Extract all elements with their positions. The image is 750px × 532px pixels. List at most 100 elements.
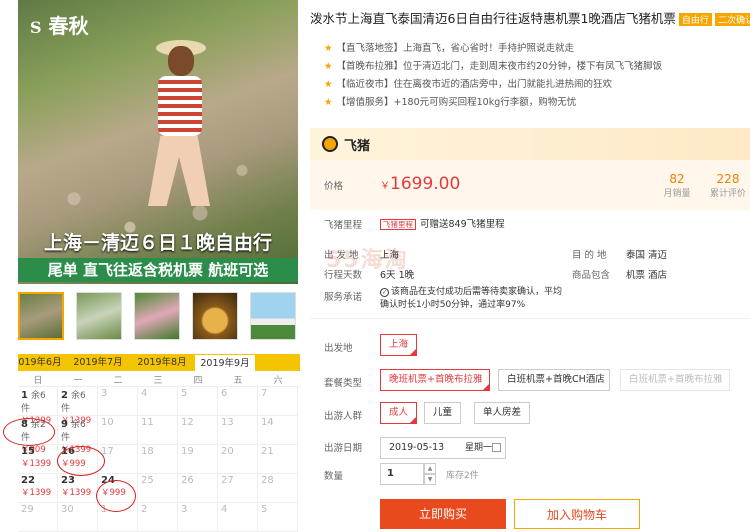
weekday-label: 三	[153, 376, 163, 386]
includes-value: 机票 酒店	[626, 270, 668, 281]
from-option-shanghai[interactable]: 上海	[380, 334, 418, 356]
tab-july[interactable]: 2019年7月	[68, 354, 128, 371]
star-icon: ★	[324, 79, 333, 90]
tab-june[interactable]: 019年6月	[18, 354, 62, 371]
date-field[interactable]: 2019-05-13 星期一	[380, 437, 506, 459]
buy-now-button[interactable]: 立即购买	[380, 499, 506, 529]
day-number: 15	[21, 446, 35, 457]
calendar-day: 25	[138, 474, 178, 503]
day-number: 3	[181, 504, 188, 515]
people-label: 出游人群	[324, 411, 363, 422]
day-number: 23	[61, 475, 75, 486]
package-option-1[interactable]: 晚班机票+首晚布拉雅	[380, 369, 490, 391]
from-label: 出发地	[324, 343, 353, 354]
thumbnail-2[interactable]	[76, 292, 122, 340]
weekday-label: 一	[73, 376, 83, 386]
weekday-header: 日一二三四五六	[18, 371, 300, 387]
days-label: 行程天数	[324, 270, 363, 281]
day-number: 4	[221, 504, 228, 515]
tag-reconfirm: 二次确认	[714, 13, 750, 26]
feature-1: ★ 【直飞落地签】上海直飞，省心省时！手持护照说走就走	[324, 43, 575, 54]
people-option-single-room[interactable]: 单人房差	[474, 402, 531, 424]
price-label: 价格	[324, 181, 344, 192]
calendar-day: 29	[18, 503, 58, 532]
calendar-day: 5	[178, 387, 218, 416]
review-count[interactable]: 228 累计评价	[706, 172, 750, 199]
add-to-cart-button[interactable]: 加入购物车	[514, 499, 640, 529]
days-value: 6天 1晚	[380, 270, 415, 281]
calendar-day: 12	[178, 416, 218, 445]
highlight-circle-16	[57, 446, 105, 476]
thumbnail-3[interactable]	[134, 292, 180, 340]
day-number: 6	[221, 388, 228, 399]
dest-value: 泰国 清迈	[626, 250, 668, 261]
day-price: ￥1399	[61, 488, 92, 498]
quantity-input[interactable]: 1	[380, 463, 424, 485]
day-number: 10	[101, 417, 114, 428]
fliggy-logo-icon	[322, 136, 338, 152]
star-icon: ★	[324, 61, 333, 72]
tab-august[interactable]: 2019年8月	[130, 354, 194, 371]
calendar-day: 10	[98, 416, 138, 445]
date-label: 出游日期	[324, 443, 363, 454]
calendar-day: 26	[178, 474, 218, 503]
weekday-label: 二	[113, 376, 123, 386]
calendar-day: 3	[178, 503, 218, 532]
banner-title: 上海－清迈６日１晚自由行	[43, 232, 272, 254]
calendar-day[interactable]: 9 余6件 ￥1399	[58, 416, 98, 455]
feature-3: ★ 【临近夜市】住在离夜市近的酒店旁中，出门就能扎进热闹的狂欢	[324, 79, 613, 90]
calendar-day[interactable]: 23 ￥1399	[58, 474, 98, 503]
highlight-circle-8	[3, 418, 55, 446]
day-number: 3	[101, 388, 108, 399]
calendar-day: 13	[218, 416, 258, 445]
brand-logo: S 春秋	[30, 14, 89, 38]
calendar-day[interactable]: 1 余6件 ￥1399	[18, 387, 58, 426]
qty-increase-icon[interactable]: ▲	[424, 463, 436, 474]
head	[168, 46, 194, 76]
legs	[148, 136, 210, 206]
calendar-day[interactable]: 15 ￥1399	[18, 445, 58, 474]
package-option-2[interactable]: 白班机票+首晚CH酒店	[498, 369, 610, 391]
calendar-day: 7	[258, 387, 298, 416]
people-option-child[interactable]: 儿童	[424, 402, 462, 424]
feature-4: ★ 【增值服务】+180元可购买回程10kg行李额，购物无忧	[324, 97, 577, 108]
feature-2: ★ 【首晚布拉雅】位于清迈北门，走到周末夜市约20分钟，楼下有凤飞飞猪脚饭	[324, 61, 663, 72]
calendar-day: 14	[258, 416, 298, 445]
day-number: 26	[181, 475, 194, 486]
calendar-day: 20	[218, 445, 258, 474]
depart-label: 出 发 地	[324, 250, 359, 261]
day-number: 1	[21, 390, 28, 401]
day-number: 7	[261, 388, 268, 399]
day-number: 5	[181, 388, 188, 399]
calendar-day[interactable]: 2 余6件 ￥1399	[58, 387, 98, 426]
dest-label: 目 的 地	[572, 250, 607, 261]
star-icon: ★	[324, 97, 333, 108]
calendar-day: 30	[58, 503, 98, 532]
package-option-3[interactable]: 白班机票+首晚布拉雅	[620, 369, 730, 391]
calendar-day: 3	[98, 387, 138, 416]
banner-subtitle: 尾单 直飞往返含税机票 航班可选	[18, 258, 298, 282]
date-calendar: 019年6月 2019年7月 2019年8月 2019年9月 日 一 二 三 四 五 六 1…	[18, 354, 300, 532]
striped-shirt	[158, 76, 202, 136]
calendar-day[interactable]: 22 ￥1399	[18, 474, 58, 503]
day-number: 13	[221, 417, 234, 428]
star-icon: ★	[324, 43, 333, 54]
thumbnail-5[interactable]	[250, 292, 296, 340]
calendar-day: 19	[178, 445, 218, 474]
qty-decrease-icon[interactable]: ▼	[424, 474, 436, 485]
thumbnail-1[interactable]	[18, 292, 64, 340]
people-option-adult[interactable]: 成人	[380, 402, 418, 424]
tab-september[interactable]: 2019年9月	[194, 354, 256, 371]
day-number: 18	[141, 446, 154, 457]
day-number: 30	[61, 504, 74, 515]
main-product-image[interactable]: S 春秋 上海－清迈６日１晚自由行 尾单 直飞往返含税机票 航班可选	[18, 0, 298, 284]
thumbnail-4[interactable]	[192, 292, 238, 340]
promise-label: 服务承诺	[324, 292, 363, 303]
highlight-circle-24	[96, 480, 136, 512]
day-number: 11	[141, 417, 154, 428]
includes-label: 商品包含	[572, 270, 611, 281]
weekday-label: 日	[33, 376, 43, 386]
day-number: 19	[181, 446, 194, 457]
calendar-day: 4	[138, 387, 178, 416]
price-box: 价格 ￥1699.00 82 月销量 228 累计评价	[310, 160, 750, 210]
